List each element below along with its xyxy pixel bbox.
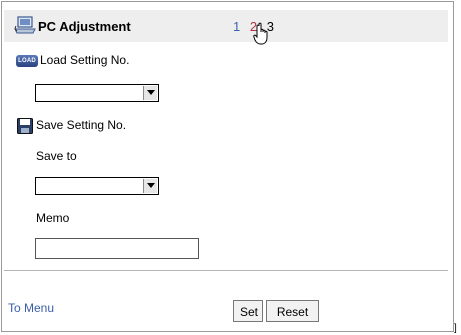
hand-cursor-icon <box>253 22 268 45</box>
memo-input[interactable] <box>35 238 199 259</box>
pc-adjustment-icon <box>14 16 36 34</box>
chevron-down-icon[interactable] <box>143 86 157 100</box>
page-link-1[interactable]: 1 <box>233 19 240 34</box>
save-to-select[interactable] <box>35 177 159 195</box>
memo-label: Memo <box>36 211 70 225</box>
load-icon: LOAD <box>16 55 38 67</box>
reset-button[interactable]: Reset <box>266 300 319 322</box>
chevron-down-icon[interactable] <box>143 179 157 193</box>
frame-edge-mark: ] <box>454 323 457 334</box>
set-button[interactable]: Set <box>233 300 263 322</box>
load-setting-label: Load Setting No. <box>40 53 130 67</box>
load-setting-select[interactable] <box>35 84 159 102</box>
footer-divider <box>4 270 448 271</box>
header-bar: PC Adjustment 1 2 3 <box>4 10 448 42</box>
to-menu-link[interactable]: To Menu <box>8 301 54 315</box>
page-title: PC Adjustment <box>38 19 131 34</box>
floppy-disk-icon <box>17 118 33 134</box>
save-setting-label: Save Setting No. <box>36 118 127 132</box>
save-to-label: Save to <box>36 149 77 163</box>
panel-frame <box>1 1 454 332</box>
